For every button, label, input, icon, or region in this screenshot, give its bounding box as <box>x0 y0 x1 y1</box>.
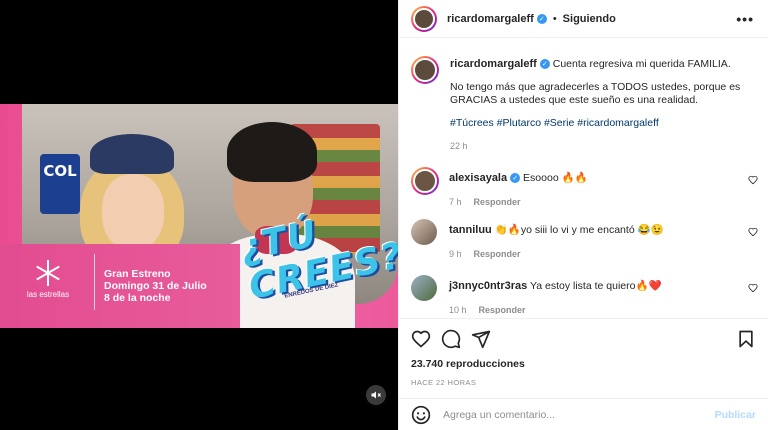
post-age: HACE 22 HORAS <box>411 378 477 387</box>
commenter-avatar[interactable] <box>411 275 437 301</box>
comment-username[interactable]: tanniluu <box>449 224 492 236</box>
star-logo-icon <box>35 260 61 286</box>
video-pane[interactable]: COL las estrellas Gran Estreno Domingo 3… <box>0 0 398 430</box>
comment-item: alexisayala ✓ Esoooo 🔥🔥 7 h Responder <box>399 167 768 209</box>
commenter-avatar[interactable] <box>411 219 437 245</box>
muted-speaker-icon <box>371 391 381 399</box>
view-count[interactable]: 23.740 reproducciones <box>411 358 525 370</box>
comment-composer: Publicar <box>399 398 768 430</box>
reply-button[interactable]: Responder <box>474 197 521 207</box>
comment-text: Ya estoy lista te quiero <box>530 280 636 292</box>
network-name: las estrellas <box>26 290 70 299</box>
fire-emoji-icon: 🔥🔥 <box>561 172 588 184</box>
comment-bubble-icon[interactable] <box>441 329 461 349</box>
commenter-avatar[interactable] <box>411 167 439 195</box>
post-details-pane: ricardomargaleff ✓ • Siguiendo ••• ricar… <box>398 0 768 430</box>
caption-line-1: Cuenta regresiva mi querida FAMILIA. <box>552 58 731 70</box>
following-button[interactable]: Siguiendo <box>563 13 616 25</box>
video-frame[interactable]: COL las estrellas Gran Estreno Domingo 3… <box>0 104 398 328</box>
share-paper-plane-icon[interactable] <box>471 329 491 349</box>
verified-icon: ✓ <box>539 59 550 70</box>
caption-timestamp: 22 h <box>450 141 468 151</box>
caption-line-2: No tengo más que agradecerles a TODOS us… <box>450 81 741 106</box>
like-heart-icon[interactable] <box>411 329 431 349</box>
promo-divider <box>94 254 95 310</box>
emoji-before: 👏🔥 <box>494 224 521 236</box>
post-actions-bar <box>399 318 768 358</box>
comment-time: 9 h <box>449 249 462 259</box>
reply-button[interactable]: Responder <box>474 249 521 259</box>
save-bookmark-icon[interactable] <box>736 329 756 349</box>
fire-heart-emoji-icon: 🔥❤️ <box>635 280 662 292</box>
comment-time: 10 h <box>449 305 467 314</box>
network-logo: las estrellas <box>8 260 88 299</box>
show-logo: ¿TÚ CREES? ENREDOS DE DIEZ <box>236 213 398 307</box>
caption-avatar[interactable] <box>411 56 439 84</box>
post-header: ricardomargaleff ✓ • Siguiendo ••• <box>399 0 768 38</box>
comment-item: tanniluu 👏🔥yo siii lo vi y me encantó 😂😉… <box>399 219 768 275</box>
like-comment-heart-icon[interactable] <box>748 227 758 237</box>
emoji-after: 😂😉 <box>637 224 664 236</box>
publish-button[interactable]: Publicar <box>715 409 756 421</box>
comments-list[interactable]: ricardomargaleff ✓ Cuenta regresiva mi qu… <box>399 38 768 314</box>
comment-input[interactable] <box>443 408 715 421</box>
comment-username[interactable]: alexisayala <box>449 172 507 184</box>
promo-text: Gran Estreno Domingo 31 de Julio 8 de la… <box>104 268 207 304</box>
like-comment-heart-icon[interactable] <box>748 175 758 185</box>
verified-icon: ✓ <box>536 13 547 24</box>
like-comment-heart-icon[interactable] <box>748 283 758 293</box>
mute-button[interactable] <box>366 385 386 405</box>
author-avatar[interactable] <box>411 5 437 32</box>
comment-username[interactable]: j3nnyc0ntr3ras <box>449 280 527 292</box>
more-options-button[interactable]: ••• <box>736 11 754 27</box>
promo-line-2: Domingo 31 de Julio <box>104 280 207 292</box>
instagram-post-modal: COL las estrellas Gran Estreno Domingo 3… <box>0 0 768 430</box>
separator-dot: • <box>552 12 557 25</box>
comment-text: yo siii lo vi y me encantó <box>520 224 635 236</box>
verified-icon: ✓ <box>510 173 521 184</box>
post-stats: 23.740 reproducciones HACE 22 HORAS <box>411 358 525 387</box>
comment-item: j3nnyc0ntr3ras Ya estoy lista te quiero🔥… <box>399 275 768 314</box>
reply-button[interactable]: Responder <box>479 305 526 314</box>
promo-line-3: 8 de la noche <box>104 292 171 304</box>
comment-time: 7 h <box>449 197 462 207</box>
post-caption: ricardomargaleff ✓ Cuenta regresiva mi qu… <box>399 38 768 167</box>
caption-hashtags[interactable]: #Túcrees #Plutarco #Serie #ricardomargal… <box>450 117 756 130</box>
emoji-smiley-icon[interactable] <box>411 405 431 425</box>
promo-line-1: Gran Estreno <box>104 268 171 280</box>
author-username[interactable]: ricardomargaleff <box>447 13 534 25</box>
caption-username[interactable]: ricardomargaleff <box>450 58 537 70</box>
comment-text: Esoooo <box>523 172 559 184</box>
